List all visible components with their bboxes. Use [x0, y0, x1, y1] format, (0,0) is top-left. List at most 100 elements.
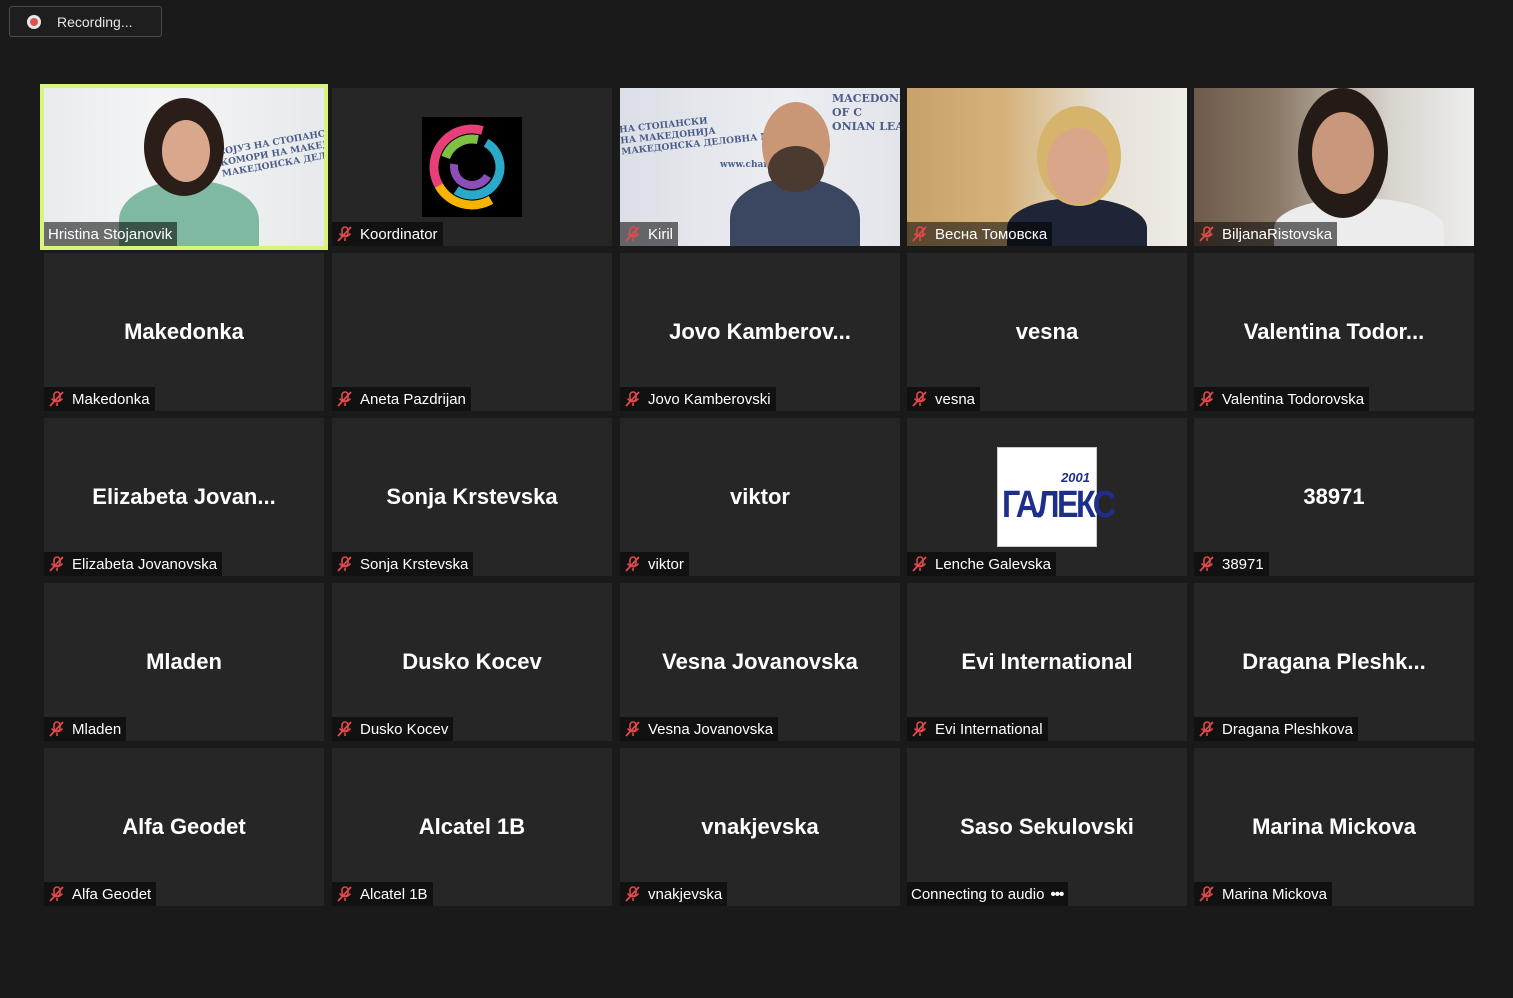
muted-microphone-icon: [911, 225, 929, 243]
participant-display-name: Evi International: [961, 649, 1133, 674]
participant-name-label: viktor: [620, 552, 689, 576]
participant-display-name: Jovo Kamberov...: [669, 319, 851, 344]
participant-tile[interactable]: viktor viktor: [620, 418, 900, 576]
muted-microphone-icon: [624, 225, 642, 243]
participant-name: Koordinator: [360, 225, 438, 243]
participant-name: Alcatel 1B: [360, 885, 428, 903]
swirl-logo-icon: [422, 117, 522, 217]
participant-name: Marina Mickova: [1222, 885, 1328, 903]
participant-name: Jovo Kamberovski: [648, 390, 771, 408]
participant-display-name: Dragana Pleshk...: [1242, 649, 1426, 674]
participant-tile[interactable]: 2001 ГАЛЕКС Lenche Galevska: [907, 418, 1187, 576]
participant-name: 38971: [1222, 555, 1264, 573]
record-icon: [27, 14, 41, 29]
participant-name: Lenche Galevska: [935, 555, 1051, 573]
participant-tile[interactable]: Mladen Mladen: [44, 583, 324, 741]
participant-tile[interactable]: Sonja Krstevska Sonja Krstevska: [332, 418, 612, 576]
participant-name-label: Lenche Galevska: [907, 552, 1056, 576]
backdrop-text: MACEDONI OF C ONIAN LEA: [832, 92, 900, 133]
galex-text: ГАЛЕКС: [1002, 484, 1116, 526]
participant-display-name: Makedonka: [124, 319, 244, 344]
participant-tile[interactable]: vnakjevska vnakjevska: [620, 748, 900, 906]
participant-tile[interactable]: Evi International Evi International: [907, 583, 1187, 741]
participant-name-label: Kiril: [620, 222, 678, 246]
participant-name-label: vesna: [907, 387, 981, 411]
participant-name: Sonja Krstevska: [360, 555, 469, 573]
muted-microphone-icon: [1198, 555, 1216, 573]
participant-name-label: Sonja Krstevska: [332, 552, 474, 576]
participant-name: Mladen: [72, 720, 122, 738]
muted-microphone-icon: [624, 390, 642, 408]
participant-name-label: Dragana Pleshkova: [1194, 717, 1358, 741]
participant-name: Connecting to audio: [911, 885, 1045, 903]
participant-display-name: Alcatel 1B: [418, 814, 526, 839]
participant-name-label: Весна Томовска: [907, 222, 1053, 246]
participant-tile[interactable]: Valentina Todor... Valentina Todorovska: [1194, 253, 1474, 411]
muted-microphone-icon: [336, 555, 354, 573]
participant-name-label: Aneta Pazdrijan: [332, 387, 471, 411]
recording-label: Recording...: [57, 13, 133, 30]
participant-name-label: Valentina Todorovska: [1194, 387, 1370, 411]
participant-tile[interactable]: Dragana Pleshk... Dragana Pleshkova: [1194, 583, 1474, 741]
muted-microphone-icon: [48, 885, 66, 903]
participant-name: Aneta Pazdrijan: [360, 390, 466, 408]
participant-name-label: Hristina Stojanovik: [44, 222, 178, 246]
participant-name: Makedonka: [72, 390, 150, 408]
muted-microphone-icon: [624, 720, 642, 738]
participant-name: Dragana Pleshkova: [1222, 720, 1353, 738]
participant-tile[interactable]: Elizabeta Jovan... Elizabeta Jovanovska: [44, 418, 324, 576]
recording-indicator[interactable]: Recording...: [9, 6, 162, 37]
backdrop-text: СОЈУЗ НА СТОПАНСКИ КОМОРИ НА МАКЕДОНИЈА …: [217, 126, 324, 180]
participant-tile[interactable]: Alfa Geodet Alfa Geodet: [44, 748, 324, 906]
participant-tile[interactable]: Alcatel 1B Alcatel 1B: [332, 748, 612, 906]
participant-tile[interactable]: Koordinator: [332, 88, 612, 246]
backdrop-text: www.chan: [720, 160, 770, 170]
muted-microphone-icon: [911, 720, 929, 738]
muted-microphone-icon: [1198, 225, 1216, 243]
participant-name-label: Jovo Kamberovski: [620, 387, 776, 411]
connecting-dots-icon: •••: [1050, 885, 1064, 903]
participant-display-name: Sonja Krstevska: [386, 484, 558, 509]
muted-microphone-icon: [1198, 720, 1216, 738]
participant-name: vnakjevska: [648, 885, 723, 903]
participant-tile[interactable]: Aneta Pazdrijan: [332, 253, 612, 411]
participant-display-name: vesna: [1015, 319, 1079, 344]
participant-name-label: vnakjevska: [620, 882, 728, 906]
participant-name-label: Koordinator: [332, 222, 443, 246]
participant-tile[interactable]: Vesna Jovanovska Vesna Jovanovska: [620, 583, 900, 741]
participant-name-label: Alfa Geodet: [44, 882, 157, 906]
participant-tile[interactable]: Marina Mickova Marina Mickova: [1194, 748, 1474, 906]
muted-microphone-icon: [911, 555, 929, 573]
participant-name-label: Evi International: [907, 717, 1048, 741]
galex-logo-image: 2001 ГАЛЕКС: [997, 447, 1116, 547]
muted-microphone-icon: [48, 720, 66, 738]
muted-microphone-icon: [624, 555, 642, 573]
participant-name: BiljanaRistovska: [1222, 225, 1333, 243]
muted-microphone-icon: [1198, 885, 1216, 903]
muted-microphone-icon: [911, 390, 929, 408]
muted-microphone-icon: [336, 720, 354, 738]
muted-microphone-icon: [336, 390, 354, 408]
participant-display-name: Elizabeta Jovan...: [92, 484, 276, 509]
participant-name-label: Elizabeta Jovanovska: [44, 552, 223, 576]
participant-tile[interactable]: Makedonka Makedonka: [44, 253, 324, 411]
participant-tile[interactable]: 38971 38971: [1194, 418, 1474, 576]
participant-tile[interactable]: BiljanaRistovska: [1194, 88, 1474, 246]
participant-tile[interactable]: СОЈУЗ НА СТОПАНСКИ КОМОРИ НА МАКЕДОНИЈА …: [40, 84, 328, 250]
participant-tile[interactable]: Saso Sekulovski Connecting to audio •••: [907, 748, 1187, 906]
participant-name-label: Mladen: [44, 717, 127, 741]
participant-tile[interactable]: НА СТОПАНСКИ НА МАКЕДОНИЈА МАКЕДОНСКА ДЕ…: [620, 88, 900, 246]
participant-display-name: Valentina Todor...: [1243, 319, 1425, 344]
participant-name: viktor: [648, 555, 684, 573]
participant-tile[interactable]: Dusko Kocev Dusko Kocev: [332, 583, 612, 741]
participant-tile[interactable]: Jovo Kamberov... Jovo Kamberovski: [620, 253, 900, 411]
participant-tile[interactable]: Весна Томовска: [907, 88, 1187, 246]
muted-microphone-icon: [1198, 390, 1216, 408]
participant-name-label: Alcatel 1B: [332, 882, 433, 906]
participant-name-label: Vesna Jovanovska: [620, 717, 779, 741]
muted-microphone-icon: [48, 555, 66, 573]
participant-tile[interactable]: vesna vesna: [907, 253, 1187, 411]
participant-name: Elizabeta Jovanovska: [72, 555, 218, 573]
galex-year: 2001: [1061, 470, 1090, 485]
participant-name: Hristina Stojanovik: [48, 225, 173, 243]
